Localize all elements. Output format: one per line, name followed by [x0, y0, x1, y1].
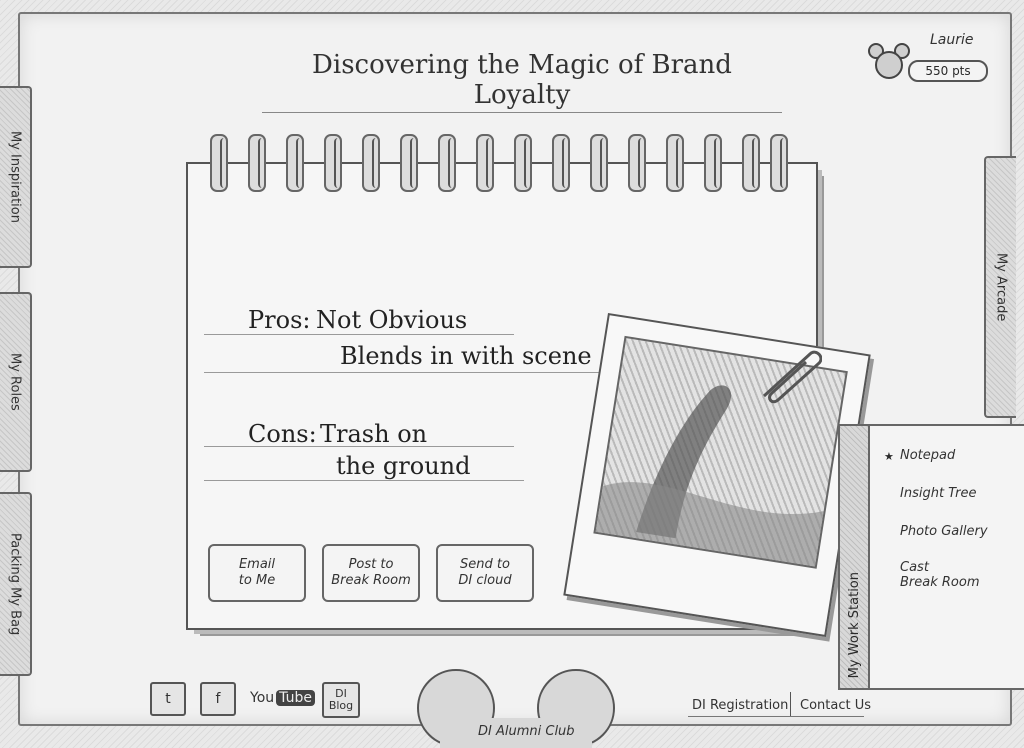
note-rule [204, 480, 524, 481]
cons-line-1: Trash on [320, 420, 428, 448]
button-line: Post to [348, 557, 394, 572]
button-line: Break Room [331, 573, 411, 588]
twitter-glyph: t [165, 691, 171, 707]
user-badge[interactable]: Laurie 550 pts [868, 28, 998, 84]
spiral-binding [210, 134, 800, 192]
facebook-icon[interactable]: f [200, 682, 236, 716]
tab-label: My Inspiration [7, 131, 23, 223]
ws-item-insight-tree[interactable]: Insight Tree [900, 486, 976, 501]
mouse-ears-icon [868, 43, 910, 79]
tab-packing-my-bag[interactable]: Packing My Bag [0, 492, 32, 676]
note-rule [204, 372, 604, 373]
ws-item-notepad[interactable]: Notepad [900, 448, 955, 463]
ws-item-line: Cast [900, 560, 929, 575]
ws-item-photo-gallery[interactable]: Photo Gallery [900, 524, 988, 539]
tab-label: My Roles [7, 353, 23, 411]
user-name: Laurie [930, 32, 974, 48]
ws-item-cast-break-room[interactable]: Cast Break Room [900, 560, 980, 590]
pros-label: Pros: [248, 306, 311, 334]
youtube-icon[interactable]: You Tube [250, 690, 315, 706]
alumni-club-link[interactable]: DI Alumni Club [478, 724, 575, 739]
youtube-tube: Tube [276, 690, 315, 706]
twitter-icon[interactable]: t [150, 682, 186, 716]
button-line: to Me [238, 573, 276, 588]
youtube-you: You [250, 690, 275, 706]
selected-star-icon: ★ [884, 450, 894, 463]
page-title: Discovering the Magic of Brand Loyalty [262, 50, 782, 113]
button-line: Email [238, 557, 276, 572]
email-to-me-button[interactable]: Email to Me [208, 544, 306, 602]
tab-label: Packing My Bag [7, 532, 23, 636]
footer-rule [688, 716, 864, 717]
tab-label: My Arcade [993, 252, 1009, 322]
tab-my-roles[interactable]: My Roles [0, 292, 32, 472]
note-rule [204, 334, 514, 335]
work-station-panel: My Work Station ★ Notepad Insight Tree P… [838, 424, 1024, 690]
tab-my-inspiration[interactable]: My Inspiration [0, 86, 32, 268]
paperclip-icon [762, 350, 822, 404]
post-to-break-room-button[interactable]: Post to Break Room [322, 544, 420, 602]
tab-label: My Work Station [846, 571, 862, 678]
tab-my-arcade[interactable]: My Arcade [984, 156, 1016, 418]
di-registration-link[interactable]: DI Registration [692, 698, 788, 713]
ws-item-line: Break Room [900, 575, 980, 590]
cons-label: Cons: [248, 420, 317, 448]
send-to-di-cloud-button[interactable]: Send to DI cloud [436, 544, 534, 602]
contact-us-link[interactable]: Contact Us [800, 698, 871, 713]
pros-line-1: Not Obvious [316, 306, 468, 334]
polaroid-photo[interactable] [563, 312, 871, 638]
button-line: DI cloud [458, 573, 512, 588]
footer-divider [790, 692, 791, 716]
cons-line-2: the ground [336, 452, 471, 480]
blog-line: Blog [328, 699, 354, 712]
user-points: 550 pts [908, 60, 988, 82]
facebook-glyph: f [215, 691, 221, 707]
pros-line-2: Blends in with scene [340, 342, 592, 370]
di-blog-icon[interactable]: DI Blog [322, 682, 360, 718]
button-line: Send to [460, 557, 510, 572]
tab-my-work-station[interactable]: My Work Station [840, 426, 870, 688]
